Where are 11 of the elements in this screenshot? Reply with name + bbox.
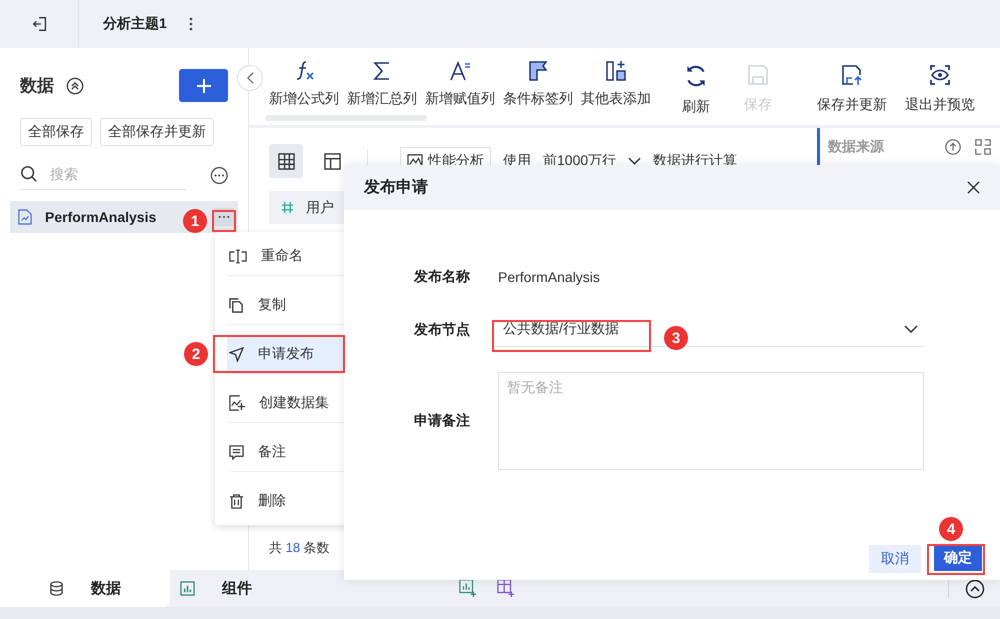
row-count: 共 18 条数	[269, 540, 330, 555]
page-title: 分析主题1	[103, 15, 167, 33]
dialog-title: 发布申请	[364, 178, 428, 198]
field-value: PerformAnalysis	[498, 269, 600, 285]
column-name: 用户	[306, 198, 334, 216]
panel-title: 数据来源	[828, 138, 884, 156]
dataset-name: PerformAnalysis	[45, 209, 156, 225]
field-label: 发布节点	[414, 320, 471, 338]
field-label: 申请备注	[414, 412, 471, 430]
panel-title: 数据	[20, 75, 54, 97]
field-label: 发布名称	[414, 268, 471, 286]
